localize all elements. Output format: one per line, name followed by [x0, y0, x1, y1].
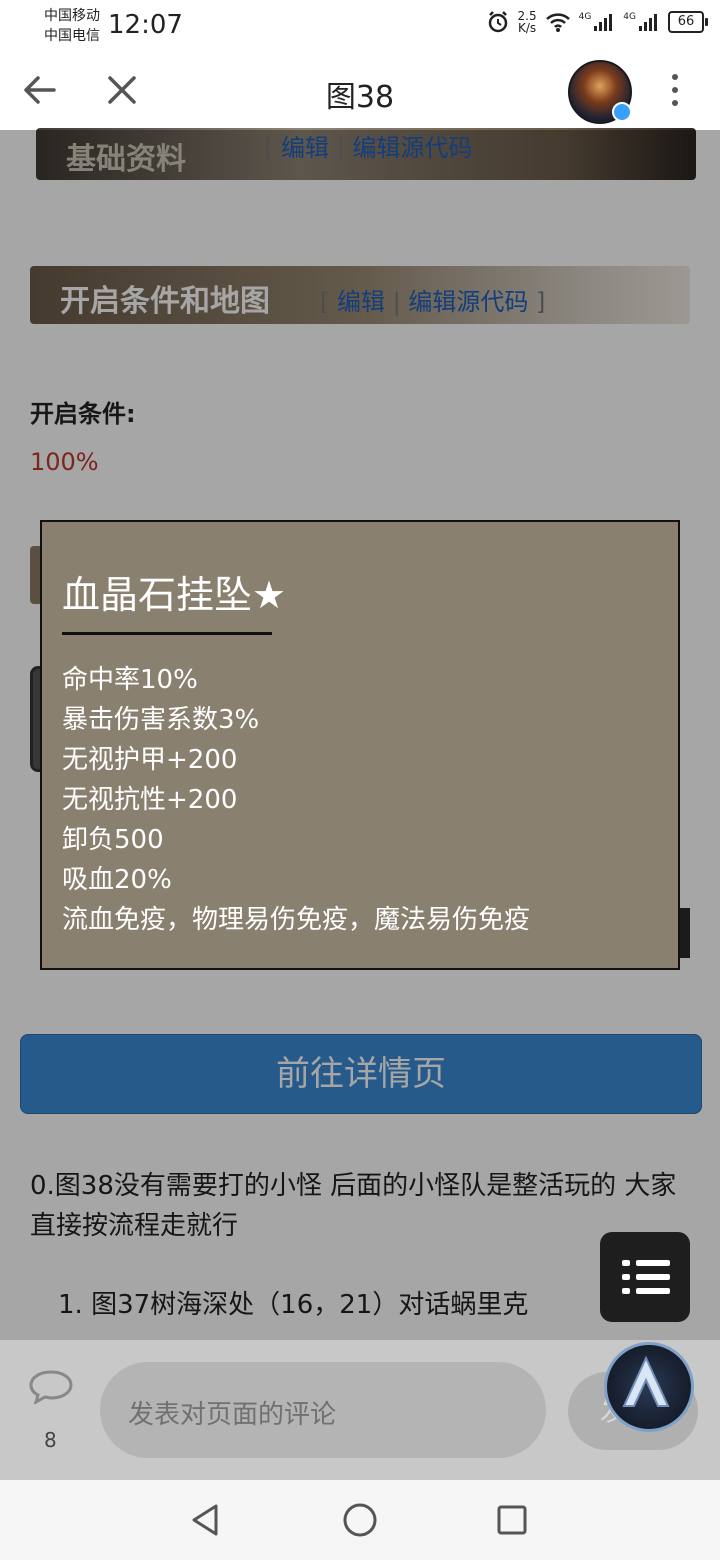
stat-line: 无视抗性+200	[62, 785, 238, 815]
item-tooltip: 血晶石挂坠★ 命中率10% 暴击伤害系数3% 无视护甲+200 无视抗性+200…	[40, 520, 680, 970]
stat-line: 卸负500	[62, 825, 164, 855]
divider	[62, 632, 272, 635]
comment-input[interactable]: 发表对页面的评论	[100, 1362, 546, 1458]
signal-2-label: 4G	[623, 12, 636, 22]
nav-back-triangle-icon[interactable]	[186, 1500, 226, 1540]
comment-icon[interactable]	[28, 1370, 74, 1404]
carrier-info: 中国移动 中国电信	[44, 6, 100, 46]
more-dot-icon	[672, 74, 678, 80]
signal-icon-2	[639, 14, 657, 31]
battery-level: 66	[677, 14, 695, 29]
avatar-badge-icon	[612, 102, 632, 122]
system-nav-bar	[0, 1480, 720, 1560]
app-logo-button[interactable]	[604, 1342, 694, 1432]
nav-recents-square-icon[interactable]	[492, 1500, 532, 1540]
menu-line-icon	[622, 1274, 672, 1280]
carrier-2: 中国电信	[44, 28, 100, 44]
comment-count: 8	[44, 1428, 57, 1452]
stat-line: 吸血20%	[62, 865, 172, 895]
signal-icon-1	[594, 14, 613, 31]
alarm-icon	[488, 11, 507, 33]
menu-line-icon	[622, 1260, 672, 1266]
item-stats: 命中率10% 暴击伤害系数3% 无视护甲+200 无视抗性+200 卸负500 …	[62, 660, 530, 940]
top-nav: 图38	[0, 50, 720, 130]
comment-placeholder: 发表对页面的评论	[128, 1400, 337, 1430]
more-options-button[interactable]	[660, 68, 690, 112]
net-speed: 2.5 K/s	[518, 10, 537, 34]
more-dot-icon	[672, 87, 678, 93]
clock: 12:07	[108, 10, 183, 40]
menu-line-icon	[622, 1288, 672, 1294]
battery-icon: 66	[668, 11, 708, 33]
stat-line: 流血免疫，物理易伤免疫，魔法易伤免疫	[62, 905, 531, 935]
status-icons: 2.5 K/s 4G 4G 66	[486, 10, 708, 34]
stat-line: 命中率10%	[62, 665, 198, 695]
nav-home-circle-icon[interactable]	[340, 1500, 380, 1540]
logo-icon	[622, 1355, 670, 1407]
signal-1-label: 4G	[578, 12, 592, 22]
toc-menu-button[interactable]	[600, 1232, 690, 1322]
stat-line: 暴击伤害系数3%	[62, 705, 260, 735]
net-speed-unit: K/s	[517, 21, 537, 35]
item-name: 血晶石挂坠★	[62, 573, 287, 617]
stat-line: 无视护甲+200	[62, 745, 238, 775]
wifi-icon	[545, 13, 570, 32]
status-bar: 中国移动 中国电信 12:07 2.5 K/s 4G 4G 66	[0, 0, 720, 50]
carrier-1: 中国移动	[44, 8, 100, 24]
more-dot-icon	[672, 100, 678, 106]
